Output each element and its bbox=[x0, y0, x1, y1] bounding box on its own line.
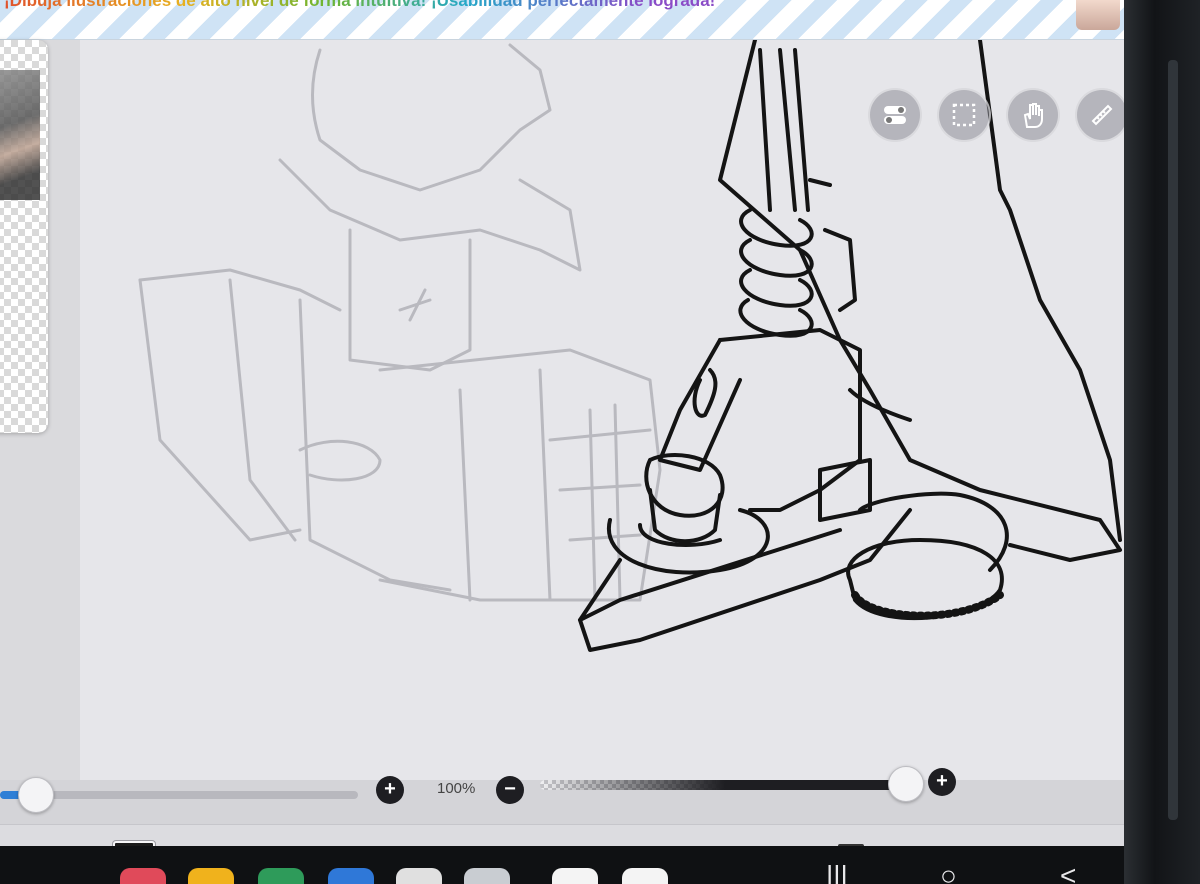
hand-icon[interactable] bbox=[1006, 88, 1060, 142]
play-store-icon[interactable] bbox=[552, 868, 598, 884]
ad-banner[interactable]: ¡Dibuja ilustraciones de alto nivel de f… bbox=[0, 0, 1125, 40]
app-icon-2[interactable] bbox=[188, 868, 234, 884]
selection-icon[interactable] bbox=[937, 88, 991, 142]
opacity-minus-button[interactable]: − bbox=[496, 776, 524, 804]
opacity-plus-button[interactable]: + bbox=[928, 768, 956, 796]
chrome-icon[interactable] bbox=[396, 868, 442, 884]
android-dock: ||| ○ < bbox=[0, 846, 1170, 884]
opacity-track[interactable] bbox=[540, 780, 910, 790]
recents-nav-button[interactable]: ||| bbox=[826, 862, 848, 884]
app-icon-4[interactable] bbox=[328, 868, 374, 884]
brush-size-plus-button[interactable]: + bbox=[376, 776, 404, 804]
app-icon-6[interactable] bbox=[464, 868, 510, 884]
home-nav-button[interactable]: ○ bbox=[940, 862, 957, 884]
brush-size-knob[interactable] bbox=[18, 777, 54, 813]
device-edge bbox=[1168, 60, 1178, 820]
back-nav-button[interactable]: < bbox=[1060, 862, 1076, 884]
opacity-knob[interactable] bbox=[888, 766, 924, 802]
banner-text: ¡Dibuja ilustraciones de alto nivel de f… bbox=[4, 0, 715, 11]
drawing-canvas[interactable] bbox=[80, 40, 1198, 780]
toggle-icon[interactable] bbox=[868, 88, 922, 142]
device-bezel bbox=[1124, 0, 1200, 884]
thumbnail-art bbox=[0, 70, 40, 200]
zoom-label: 100% bbox=[437, 780, 476, 797]
ruler-icon[interactable] bbox=[1075, 88, 1129, 142]
layer-thumbnail[interactable] bbox=[0, 40, 48, 433]
screen: ¡Dibuja ilustraciones de alto nivel de f… bbox=[0, 0, 1200, 884]
app-icon-1[interactable] bbox=[120, 868, 166, 884]
slider-bar: + 100% − + bbox=[0, 766, 1170, 824]
banner-avatar bbox=[1076, 0, 1120, 30]
drawing-app: + 100% − + bbox=[0, 40, 1198, 884]
gmail-icon[interactable] bbox=[622, 868, 668, 884]
app-icon-3[interactable] bbox=[258, 868, 304, 884]
sketch-artwork bbox=[138, 40, 1122, 652]
